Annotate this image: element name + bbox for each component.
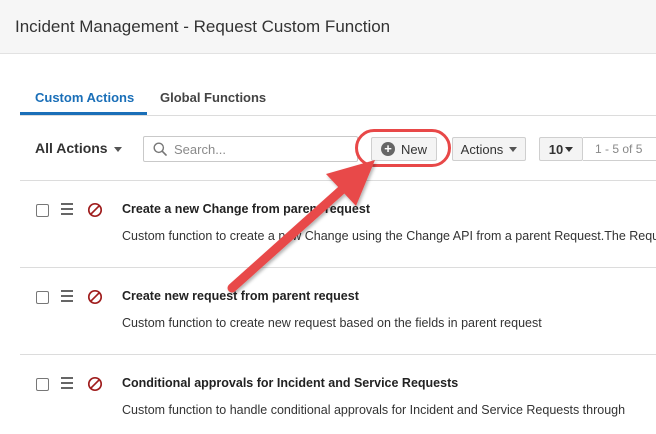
action-description: Custom function to create new request ba… xyxy=(122,316,542,330)
new-button[interactable]: + New xyxy=(371,137,437,161)
search-box xyxy=(143,136,358,162)
page-size-value: 10 xyxy=(548,141,564,157)
action-name[interactable]: Conditional approvals for Incident and S… xyxy=(122,376,458,390)
new-button-label: New xyxy=(400,141,427,157)
drag-handle-icon[interactable] xyxy=(61,377,73,389)
row-checkbox[interactable] xyxy=(36,204,49,217)
custom-actions-list: Create a new Change from parent request … xyxy=(20,180,656,434)
disabled-icon xyxy=(87,376,103,392)
pagination-info: 1 - 5 of 5 xyxy=(583,137,656,161)
page-title: Incident Management - Request Custom Fun… xyxy=(15,17,391,36)
action-name[interactable]: Create new request from parent request xyxy=(122,289,359,303)
action-description: Custom function to handle conditional ap… xyxy=(122,403,626,417)
actions-button-label: Actions xyxy=(460,141,504,157)
filter-dropdown-label: All Actions xyxy=(35,140,108,156)
action-name[interactable]: Create a new Change from parent request xyxy=(122,202,370,216)
plus-circle-icon: + xyxy=(380,142,395,156)
tab-global-functions[interactable]: Global Functions xyxy=(160,90,266,105)
disabled-icon xyxy=(87,289,103,305)
drag-handle-icon[interactable] xyxy=(61,290,73,302)
disabled-icon xyxy=(87,202,103,218)
chevron-down-icon xyxy=(113,146,122,152)
action-description: Custom function to create a new Change u… xyxy=(122,229,656,243)
search-input[interactable] xyxy=(174,140,349,159)
drag-handle-icon[interactable] xyxy=(61,203,73,215)
page-size-select[interactable]: 10 xyxy=(539,137,583,161)
row-checkbox[interactable] xyxy=(36,291,49,304)
tabs-divider xyxy=(20,115,656,116)
list-item: Conditional approvals for Incident and S… xyxy=(20,355,656,434)
list-item: Create new request from parent request C… xyxy=(20,268,656,355)
actions-button[interactable]: Actions xyxy=(452,137,526,161)
list-item: Create a new Change from parent request … xyxy=(20,181,656,268)
toolbar: All Actions + New Actions 10 1 - 5 of 5 xyxy=(0,129,656,167)
search-icon xyxy=(153,142,167,156)
row-checkbox[interactable] xyxy=(36,378,49,391)
chevron-down-icon xyxy=(509,146,518,152)
tab-bar: Custom Actions Global Functions xyxy=(20,84,656,116)
tab-custom-actions[interactable]: Custom Actions xyxy=(35,90,134,105)
filter-dropdown[interactable]: All Actions xyxy=(35,140,122,156)
chevron-down-icon xyxy=(565,146,574,152)
page-header: Incident Management - Request Custom Fun… xyxy=(0,0,656,54)
